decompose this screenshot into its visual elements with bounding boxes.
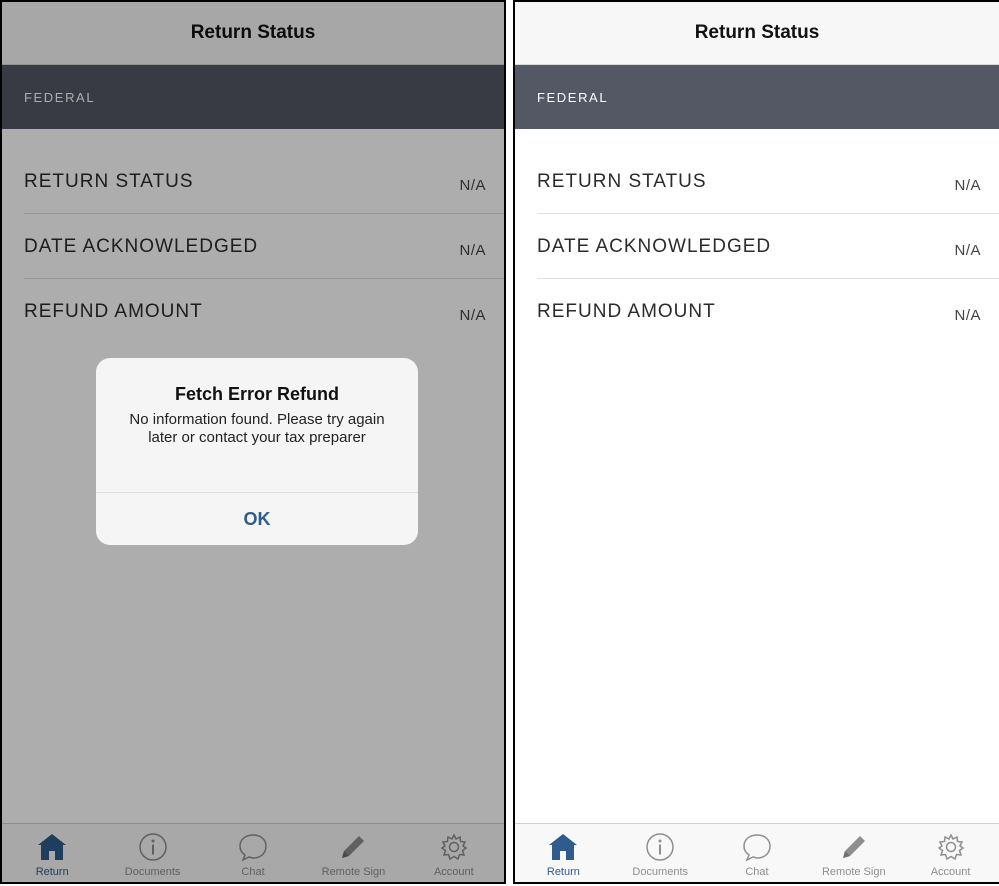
- row-value: N/A: [954, 307, 981, 324]
- phone-screen: Return Status FEDERAL RETURN STATUS N/A …: [513, 0, 999, 884]
- row-value: N/A: [954, 242, 981, 259]
- row-label: DATE ACKNOWLEDGED: [537, 236, 772, 257]
- alert-dialog: Fetch Error Refund No information found.…: [96, 358, 418, 545]
- alert-message: No information found. Please try again l…: [129, 411, 385, 446]
- refund-amount-row: REFUND AMOUNT N/A: [537, 279, 999, 343]
- tab-label: Return: [546, 866, 580, 878]
- row-label: REFUND AMOUNT: [537, 301, 716, 322]
- alert-title: Fetch Error Refund: [174, 384, 339, 404]
- tab-return[interactable]: Return: [515, 824, 612, 882]
- return-status-row: RETURN STATUS N/A: [537, 149, 999, 214]
- chat-bubble-icon: [740, 832, 774, 862]
- navigation-bar: Return Status: [515, 2, 999, 65]
- tab-account[interactable]: Account: [902, 824, 999, 882]
- row-label: RETURN STATUS: [537, 171, 707, 192]
- gear-icon: [934, 832, 968, 862]
- home-icon: [546, 832, 580, 862]
- tab-label: Chat: [745, 866, 769, 878]
- tab-bar: Return Documents Chat Remote Sign Accoun…: [515, 823, 999, 882]
- info-icon: [643, 832, 677, 862]
- tab-label: Account: [930, 866, 971, 878]
- page-title: Return Status: [694, 22, 820, 43]
- tab-documents[interactable]: Documents: [612, 824, 709, 882]
- phone-screen-with-alert: Return Status FEDERAL RETURN STATUS N/A …: [0, 0, 506, 884]
- date-acknowledged-row: DATE ACKNOWLEDGED N/A: [537, 214, 999, 279]
- status-list: RETURN STATUS N/A DATE ACKNOWLEDGED N/A …: [515, 149, 999, 343]
- row-value: N/A: [954, 177, 981, 194]
- pencil-icon: [837, 832, 871, 862]
- tab-remote-sign[interactable]: Remote Sign: [805, 824, 902, 882]
- section-label: FEDERAL: [537, 89, 609, 105]
- tab-chat[interactable]: Chat: [709, 824, 806, 882]
- tab-label: Documents: [632, 866, 689, 878]
- section-header-federal: FEDERAL: [515, 65, 999, 129]
- ok-button[interactable]: OK: [96, 493, 418, 545]
- tab-label: Remote Sign: [821, 866, 886, 878]
